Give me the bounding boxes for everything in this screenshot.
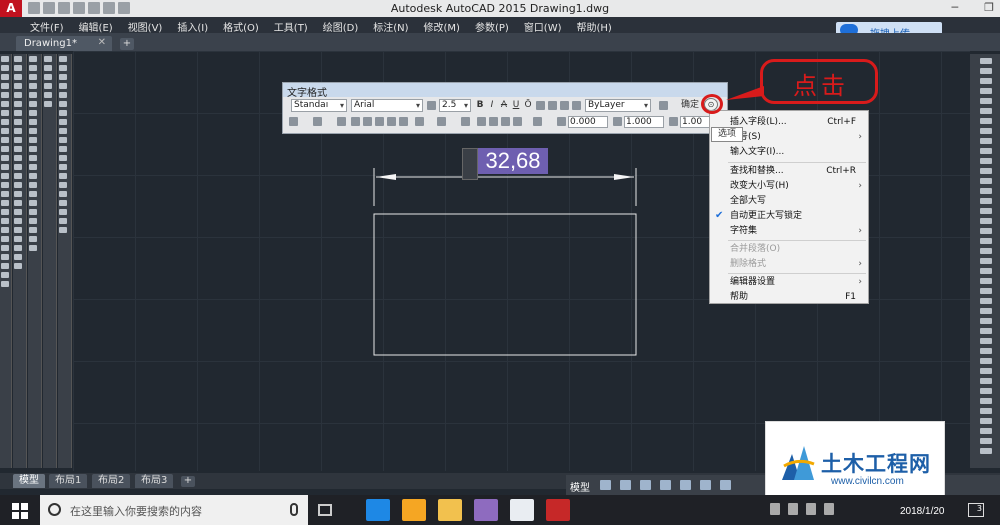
add-layout-button[interactable]: + xyxy=(181,476,195,487)
tray-icon[interactable] xyxy=(770,503,780,515)
model-space-button[interactable]: 模型 xyxy=(570,479,590,494)
windows-taskbar: 在这里输入你要搜索的内容 2018/1/20 3 xyxy=(0,495,1000,525)
browser-icon[interactable] xyxy=(474,499,498,521)
tab-layout1[interactable]: 布局1 xyxy=(49,474,88,488)
pinned-apps xyxy=(366,499,570,521)
search-placeholder: 在这里输入你要搜索的内容 xyxy=(70,505,202,518)
watermark-url: www.civilcn.com xyxy=(831,476,904,487)
taskbar-date[interactable]: 2018/1/20 xyxy=(900,506,945,517)
annotation-ring xyxy=(701,94,723,114)
photos-icon[interactable] xyxy=(510,499,534,521)
microphone-icon[interactable] xyxy=(290,503,298,516)
otrack-icon[interactable] xyxy=(700,480,711,490)
taskbar-search[interactable]: 在这里输入你要搜索的内容 xyxy=(40,495,308,525)
civilcn-logo-icon xyxy=(782,446,815,480)
tab-layout3[interactable]: 布局3 xyxy=(135,474,174,488)
watermark-name: 土木工程网 xyxy=(821,452,931,476)
autocad-task-icon[interactable] xyxy=(546,499,570,521)
tab-layout2[interactable]: 布局2 xyxy=(92,474,131,488)
callout-tail xyxy=(726,86,764,100)
task-view-icon[interactable] xyxy=(318,504,332,516)
status-toggles xyxy=(600,480,731,490)
osnap-icon[interactable] xyxy=(680,480,691,490)
system-tray xyxy=(770,503,834,515)
cortana-icon xyxy=(48,503,61,516)
ime-icon[interactable] xyxy=(824,503,834,515)
snap-icon[interactable] xyxy=(620,480,631,490)
file-explorer-icon[interactable] xyxy=(438,499,462,521)
volume-icon[interactable] xyxy=(806,503,816,515)
app-root: A Autodesk AutoCAD 2015 Drawing1.dwg ─ ❐… xyxy=(0,0,1000,525)
tab-model[interactable]: 模型 xyxy=(13,474,45,488)
polar-icon[interactable] xyxy=(660,480,671,490)
app-icon[interactable] xyxy=(402,499,426,521)
edge-icon[interactable] xyxy=(366,499,390,521)
network-icon[interactable] xyxy=(788,503,798,515)
grid-icon[interactable] xyxy=(600,480,611,490)
annotation-scale-icon[interactable] xyxy=(720,480,731,490)
windows-start-icon[interactable] xyxy=(12,503,28,519)
ortho-icon[interactable] xyxy=(640,480,651,490)
notification-center-button[interactable]: 3 xyxy=(968,503,984,517)
